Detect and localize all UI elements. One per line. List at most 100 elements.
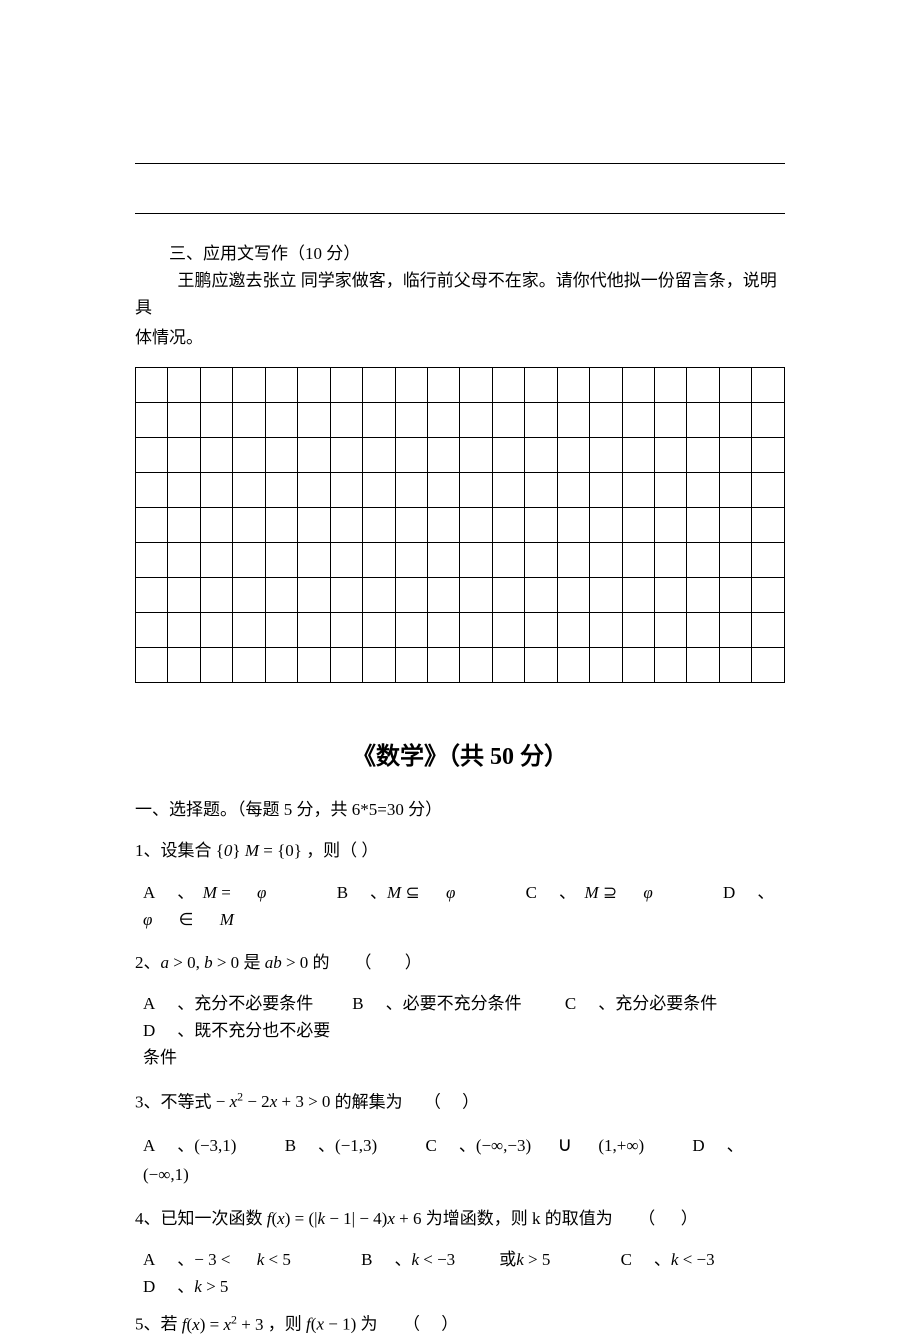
blank-line bbox=[135, 190, 785, 214]
grid-cell bbox=[395, 507, 427, 542]
grid-cell bbox=[298, 437, 330, 472]
grid-cell bbox=[687, 542, 719, 577]
grid-cell bbox=[330, 507, 362, 542]
grid-cell bbox=[622, 367, 654, 402]
grid-cell bbox=[460, 647, 492, 682]
grid-cell bbox=[687, 612, 719, 647]
grid-cell bbox=[752, 402, 785, 437]
grid-cell bbox=[525, 472, 557, 507]
grid-cell bbox=[395, 367, 427, 402]
grid-cell bbox=[655, 402, 687, 437]
grid-cell bbox=[622, 647, 654, 682]
q4-optA: A、− 3 < k < 5 bbox=[143, 1250, 335, 1269]
grid-cell bbox=[492, 612, 524, 647]
grid-cell bbox=[265, 577, 297, 612]
writing-grid bbox=[135, 367, 785, 683]
grid-cell bbox=[395, 402, 427, 437]
grid-cell bbox=[622, 507, 654, 542]
grid-cell bbox=[752, 577, 785, 612]
grid-cell bbox=[233, 542, 265, 577]
question-1: 1、设集合 {0} M = {0} M = {0} ，则（ ） A、 M = φ… bbox=[135, 837, 785, 933]
q4-math: f(x) = (|k − 1| − 4)x + 6 bbox=[267, 1209, 422, 1228]
grid-cell bbox=[136, 437, 168, 472]
grid-cell bbox=[752, 367, 785, 402]
grid-cell bbox=[719, 612, 751, 647]
grid-cell bbox=[719, 437, 751, 472]
grid-cell bbox=[330, 367, 362, 402]
grid-cell bbox=[395, 577, 427, 612]
grid-cell bbox=[460, 472, 492, 507]
grid-cell bbox=[200, 612, 232, 647]
q1-set: M = {0} bbox=[245, 841, 302, 860]
grid-cell bbox=[363, 577, 395, 612]
grid-cell bbox=[330, 402, 362, 437]
q5-stem-e: 为 （ ） bbox=[361, 1315, 459, 1334]
grid-cell bbox=[265, 402, 297, 437]
grid-cell bbox=[330, 472, 362, 507]
grid-cell bbox=[330, 577, 362, 612]
question-5: 5、若 f(x) = x2 + 3 f(x) = x² + 3 ，则 f(x −… bbox=[135, 1310, 785, 1338]
grid-cell bbox=[363, 542, 395, 577]
grid-cell bbox=[460, 367, 492, 402]
grid-cell bbox=[590, 367, 622, 402]
grid-cell bbox=[233, 507, 265, 542]
grid-cell bbox=[136, 367, 168, 402]
grid-cell bbox=[525, 367, 557, 402]
grid-cell bbox=[752, 612, 785, 647]
grid-cell bbox=[492, 437, 524, 472]
grid-cell bbox=[265, 542, 297, 577]
grid-cell bbox=[492, 367, 524, 402]
grid-cell bbox=[492, 577, 524, 612]
grid-cell bbox=[719, 402, 751, 437]
grid-cell bbox=[655, 647, 687, 682]
grid-cell bbox=[363, 472, 395, 507]
grid-cell bbox=[557, 647, 589, 682]
q3-math: − x2 − 2x + 3 > 0 bbox=[216, 1092, 331, 1111]
q4-options: A、− 3 < k < 5 B、k < −3或k > 5 C、k < −3 D、… bbox=[135, 1246, 785, 1300]
question-4: 4、已知一次函数 f(x) = (|k − 1| − 4)x + 6 f(x) … bbox=[135, 1205, 785, 1301]
q5-stem-a: 5、若 bbox=[135, 1315, 178, 1334]
grid-cell bbox=[363, 437, 395, 472]
grid-cell bbox=[719, 647, 751, 682]
q2-stem-a: 2、 bbox=[135, 953, 161, 972]
grid-cell bbox=[622, 612, 654, 647]
essay-prompt-line2: 体情况。 bbox=[135, 324, 785, 351]
grid-cell bbox=[265, 472, 297, 507]
grid-cell bbox=[427, 542, 459, 577]
grid-cell bbox=[363, 647, 395, 682]
grid-cell bbox=[719, 507, 751, 542]
grid-cell bbox=[200, 402, 232, 437]
grid-cell bbox=[525, 402, 557, 437]
grid-cell bbox=[622, 577, 654, 612]
grid-cell bbox=[655, 542, 687, 577]
grid-cell bbox=[168, 647, 200, 682]
grid-cell bbox=[330, 437, 362, 472]
grid-cell bbox=[298, 472, 330, 507]
q1-optC: C、 M ⊇ φ bbox=[526, 883, 697, 902]
grid-cell bbox=[590, 507, 622, 542]
q1-optB: B、M ⊆ φ bbox=[337, 883, 500, 902]
q1-stem-a: 1、设集合 bbox=[135, 841, 212, 860]
grid-cell bbox=[557, 577, 589, 612]
grid-cell bbox=[655, 612, 687, 647]
grid-cell bbox=[330, 542, 362, 577]
grid-cell bbox=[492, 542, 524, 577]
grid-cell bbox=[298, 647, 330, 682]
grid-cell bbox=[427, 367, 459, 402]
grid-cell bbox=[233, 647, 265, 682]
question-3: 3、不等式 − x2 − 2x + 3 > 0 − x² − 2x + 3 > … bbox=[135, 1088, 785, 1189]
math-section-1: 一、选择题。（每题 5 分，共 6*5=30 分） bbox=[135, 796, 785, 823]
grid-cell bbox=[752, 472, 785, 507]
grid-cell bbox=[687, 507, 719, 542]
grid-cell bbox=[460, 437, 492, 472]
grid-cell bbox=[363, 507, 395, 542]
grid-cell bbox=[525, 577, 557, 612]
grid-cell bbox=[719, 577, 751, 612]
grid-cell bbox=[752, 647, 785, 682]
q2-optB: 必要不充分条件 bbox=[403, 994, 522, 1013]
q2-optD-cont: 条件 bbox=[143, 1048, 177, 1067]
grid-cell bbox=[363, 612, 395, 647]
grid-cell bbox=[298, 577, 330, 612]
grid-cell bbox=[590, 577, 622, 612]
grid-cell bbox=[427, 612, 459, 647]
